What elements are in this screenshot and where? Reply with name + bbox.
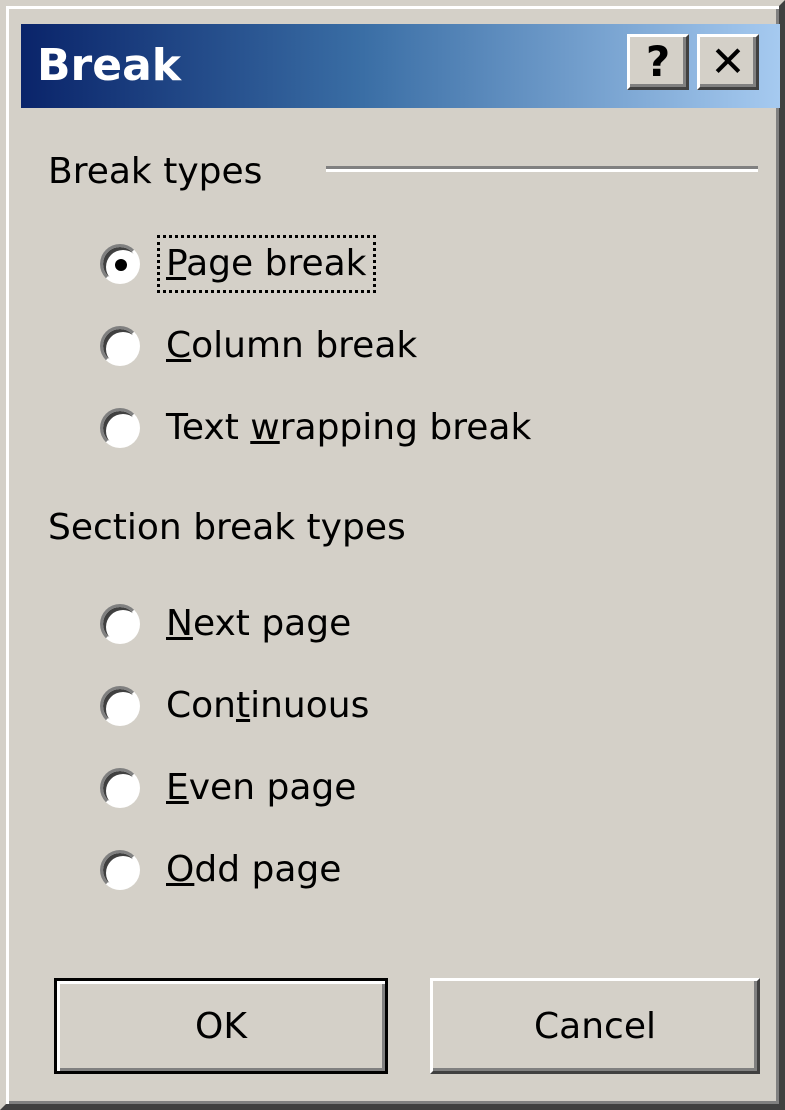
radio-button-icon[interactable] xyxy=(100,850,140,890)
radio-button-icon[interactable] xyxy=(100,686,140,726)
radio-odd-page[interactable]: Odd page xyxy=(100,842,345,898)
ok-button[interactable]: OK xyxy=(54,978,388,1074)
radio-button-icon[interactable] xyxy=(100,768,140,808)
radio-label-text-wrapping-break: Text wrapping break xyxy=(166,407,532,448)
question-mark-icon: ? xyxy=(645,37,671,86)
radio-continuous[interactable]: Continuous xyxy=(100,678,373,734)
group-divider xyxy=(326,166,758,172)
radio-button-icon[interactable] xyxy=(100,604,140,644)
break-types-label: Break types xyxy=(48,151,263,192)
close-icon: ✕ xyxy=(710,37,746,86)
radio-button-icon[interactable] xyxy=(100,408,140,448)
radio-next-page[interactable]: Next page xyxy=(100,596,355,652)
radio-label-continuous: Continuous xyxy=(166,685,370,726)
radio-button-icon[interactable] xyxy=(100,326,140,366)
radio-label-next-page: Next page xyxy=(166,603,352,644)
radio-label-column-break: Column break xyxy=(166,325,418,366)
radio-label-even-page: Even page xyxy=(166,767,357,808)
radio-text-wrapping-break[interactable]: Text wrapping break xyxy=(100,400,535,456)
radio-button-checked-icon[interactable] xyxy=(100,244,140,284)
dialog-title: Break xyxy=(37,40,182,91)
section-break-types-label: Section break types xyxy=(48,507,406,548)
radio-column-break[interactable]: Column break xyxy=(100,318,421,374)
radio-page-break[interactable]: Page break xyxy=(100,235,376,293)
help-button[interactable]: ? xyxy=(627,34,689,90)
close-button[interactable]: ✕ xyxy=(697,34,759,90)
break-dialog: Break ? ✕ Break types Page break Column … xyxy=(0,0,785,1110)
radio-label-odd-page: Odd page xyxy=(166,849,342,890)
radio-even-page[interactable]: Even page xyxy=(100,760,360,816)
radio-label-page-break: Page break xyxy=(157,235,376,293)
cancel-button[interactable]: Cancel xyxy=(430,978,760,1074)
title-bar[interactable]: Break ? ✕ xyxy=(21,24,780,108)
